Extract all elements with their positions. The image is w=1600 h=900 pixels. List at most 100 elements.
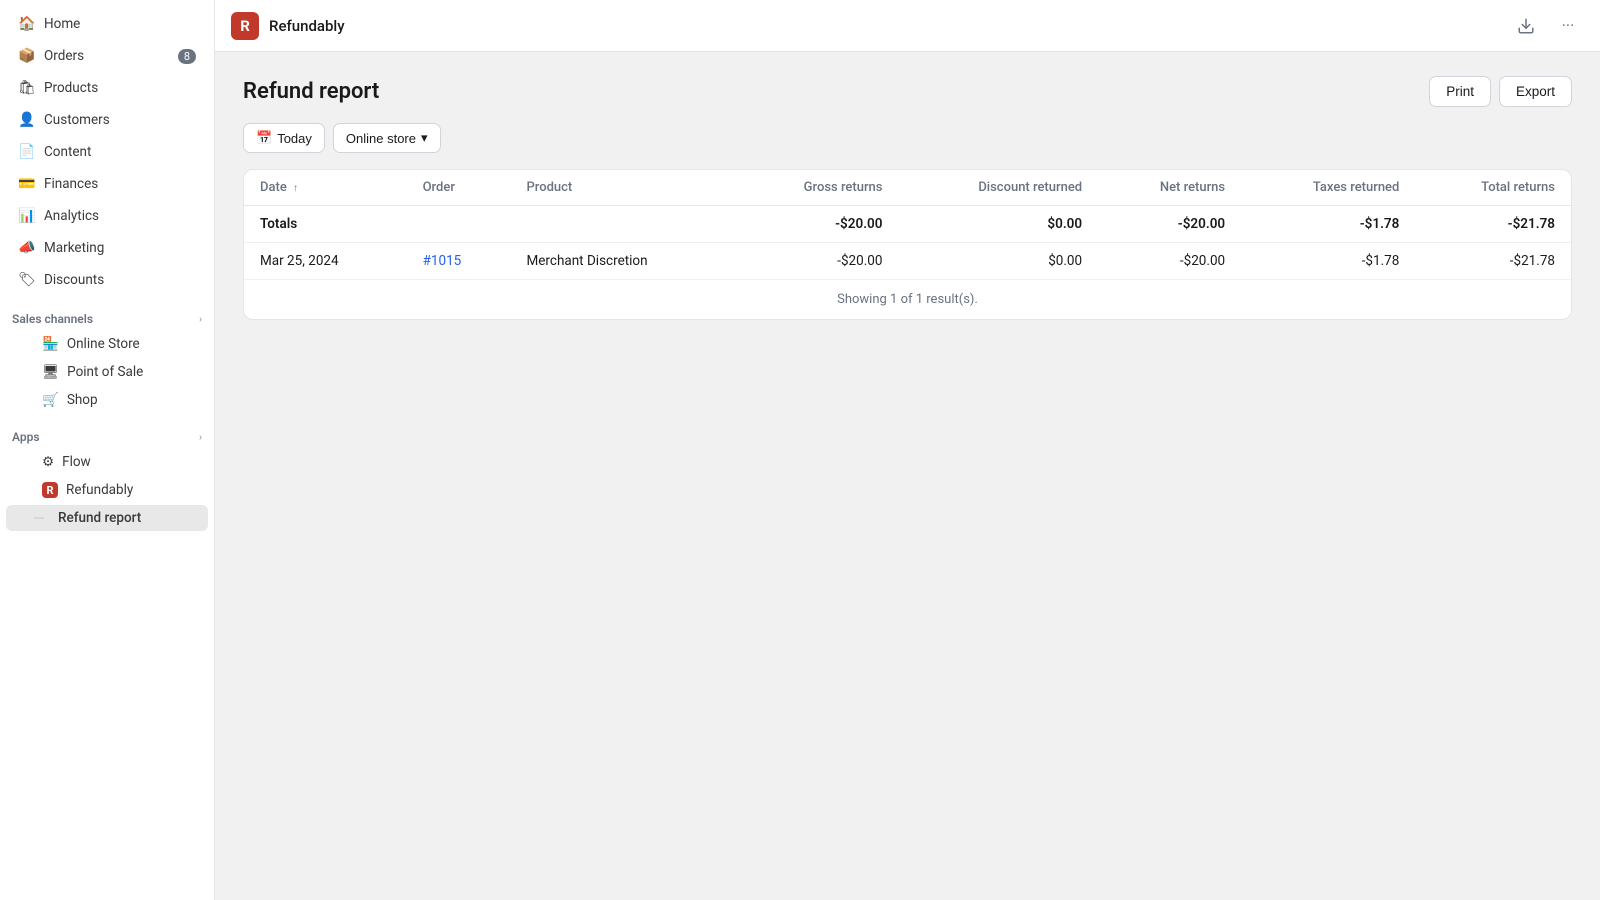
- page-header: Refund report Print Export: [243, 76, 1572, 107]
- today-label: Today: [277, 131, 312, 146]
- sidebar-item-home[interactable]: 🏠 Home: [6, 9, 208, 39]
- orders-icon: 📦: [18, 47, 36, 65]
- point-of-sale-icon: 🖥: [42, 364, 59, 380]
- sidebar-item-marketing[interactable]: 📣 Marketing: [6, 233, 208, 263]
- customers-icon: 👤: [18, 111, 36, 129]
- totals-taxes-returned: -$1.78: [1241, 206, 1415, 243]
- export-button[interactable]: Export: [1499, 76, 1572, 107]
- today-filter[interactable]: 📅 Today: [243, 123, 325, 153]
- sidebar-item-label: Discounts: [44, 272, 196, 288]
- discounts-icon: 🏷: [18, 271, 36, 289]
- sidebar-item-point-of-sale[interactable]: 🖥 Point of Sale: [6, 359, 208, 385]
- sidebar-item-products[interactable]: 🛍 Products: [6, 73, 208, 103]
- sidebar-item-refundably[interactable]: R Refundably: [6, 477, 208, 503]
- sidebar-item-flow[interactable]: ⚙ Flow: [6, 449, 208, 475]
- report-table-card: Date ↑ Order Product Gross returns: [243, 169, 1572, 320]
- sidebar-item-shop[interactable]: 🛒 Shop: [6, 387, 208, 413]
- col-header-taxes-returned: Taxes returned: [1241, 170, 1415, 206]
- sidebar-item-customers[interactable]: 👤 Customers: [6, 105, 208, 135]
- sidebar-item-label: Flow: [62, 454, 91, 470]
- apps-header[interactable]: Apps ›: [0, 420, 214, 448]
- col-header-net-returns: Net returns: [1098, 170, 1241, 206]
- print-button[interactable]: Print: [1429, 76, 1491, 107]
- totals-discount-returned: $0.00: [898, 206, 1098, 243]
- totals-product: [510, 206, 735, 243]
- totals-gross-returns: -$20.00: [736, 206, 899, 243]
- sidebar-item-refund-report[interactable]: Refund report: [6, 505, 208, 531]
- store-label: Online store: [346, 131, 416, 146]
- sidebar-item-label: Point of Sale: [67, 364, 143, 380]
- products-icon: 🛍: [18, 79, 36, 97]
- shop-icon: 🛒: [42, 392, 59, 408]
- home-icon: 🏠: [18, 15, 36, 33]
- apps-label: Apps: [12, 430, 40, 444]
- sidebar-item-label: Analytics: [44, 208, 196, 224]
- col-header-order: Order: [407, 170, 511, 206]
- page-title: Refund report: [243, 79, 379, 104]
- totals-row: Totals -$20.00 $0.00 -$20.00 -$1.78 -$21…: [244, 206, 1571, 243]
- sidebar-item-label: Shop: [67, 392, 98, 408]
- sales-channels-label: Sales channels: [12, 312, 93, 326]
- flow-icon: ⚙: [42, 454, 54, 470]
- sidebar-item-analytics[interactable]: 📊 Analytics: [6, 201, 208, 231]
- sidebar-item-online-store[interactable]: 🏪 Online Store: [6, 331, 208, 357]
- col-header-date[interactable]: Date ↑: [244, 170, 407, 206]
- sidebar-item-discounts[interactable]: 🏷 Discounts: [6, 265, 208, 295]
- col-header-total-returns: Total returns: [1415, 170, 1571, 206]
- content-icon: 📄: [18, 143, 36, 161]
- table-row: Mar 25, 2024 #1015 Merchant Discretion -…: [244, 243, 1571, 280]
- order-link[interactable]: #1015: [423, 253, 462, 269]
- sidebar-item-orders[interactable]: 📦 Orders 8: [6, 41, 208, 71]
- col-header-gross-returns: Gross returns: [736, 170, 899, 206]
- refund-report-label: Refund report: [58, 510, 141, 526]
- filters: 📅 Today Online store ▾: [243, 123, 1572, 153]
- sidebar-item-label: Online Store: [67, 336, 140, 352]
- col-header-product: Product: [510, 170, 735, 206]
- app-logo: R: [231, 12, 259, 40]
- totals-label: Totals: [244, 206, 407, 243]
- row-order: #1015: [407, 243, 511, 280]
- sidebar-item-label: Finances: [44, 176, 196, 192]
- marketing-icon: 📣: [18, 239, 36, 257]
- col-header-discount-returned: Discount returned: [898, 170, 1098, 206]
- chevron-down-icon: ▾: [421, 130, 428, 146]
- finances-icon: 💳: [18, 175, 36, 193]
- calendar-icon: 📅: [256, 130, 272, 146]
- refundably-icon: R: [42, 482, 58, 498]
- header-actions: Print Export: [1429, 76, 1572, 107]
- download-button[interactable]: [1510, 10, 1542, 42]
- sort-icon: ↑: [293, 183, 298, 194]
- row-date: Mar 25, 2024: [244, 243, 407, 280]
- sales-channels-header[interactable]: Sales channels ›: [0, 302, 214, 330]
- sidebar-item-label: Customers: [44, 112, 196, 128]
- row-taxes-returned: -$1.78: [1241, 243, 1415, 280]
- sidebar: 🏠 Home 📦 Orders 8 🛍 Products 👤 Customers…: [0, 0, 215, 900]
- content-area: Refund report Print Export 📅 Today Onlin…: [215, 52, 1600, 900]
- more-button[interactable]: ···: [1552, 10, 1584, 42]
- sidebar-item-content[interactable]: 📄 Content: [6, 137, 208, 167]
- analytics-icon: 📊: [18, 207, 36, 225]
- row-net-returns: -$20.00: [1098, 243, 1241, 280]
- row-product: Merchant Discretion: [510, 243, 735, 280]
- sidebar-item-finances[interactable]: 💳 Finances: [6, 169, 208, 199]
- sidebar-item-label: Products: [44, 80, 196, 96]
- result-count: Showing 1 of 1 result(s).: [244, 280, 1571, 319]
- sidebar-item-label: Home: [44, 16, 196, 32]
- table-header-row: Date ↑ Order Product Gross returns: [244, 170, 1571, 206]
- report-table: Date ↑ Order Product Gross returns: [244, 170, 1571, 280]
- sidebar-item-label: Refundably: [66, 482, 133, 498]
- app-name: Refundably: [269, 17, 345, 35]
- row-total-returns: -$21.78: [1415, 243, 1571, 280]
- chevron-right-icon: ›: [199, 314, 202, 325]
- totals-total-returns: -$21.78: [1415, 206, 1571, 243]
- orders-badge: 8: [178, 49, 196, 64]
- row-gross-returns: -$20.00: [736, 243, 899, 280]
- sidebar-item-label: Content: [44, 144, 196, 160]
- chevron-right-icon: ›: [199, 432, 202, 443]
- sidebar-item-label: Orders: [44, 48, 170, 64]
- main: R Refundably ··· Refund report Print Exp…: [215, 0, 1600, 900]
- totals-order: [407, 206, 511, 243]
- topbar: R Refundably ···: [215, 0, 1600, 52]
- store-filter[interactable]: Online store ▾: [333, 123, 441, 153]
- sidebar-item-label: Marketing: [44, 240, 196, 256]
